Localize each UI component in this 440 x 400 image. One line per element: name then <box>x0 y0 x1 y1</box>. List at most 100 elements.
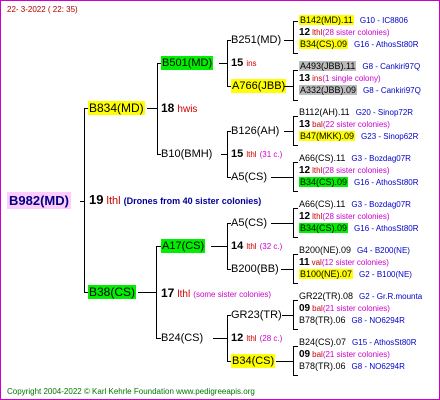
queen-line: val <box>311 258 322 267</box>
drone-note: (21 sister colonies) <box>322 304 390 313</box>
connector <box>293 70 294 101</box>
generation: 18 <box>161 101 175 115</box>
connector <box>293 116 298 117</box>
leaf-code: G2 - Gr.R.mounta <box>359 292 423 301</box>
leaf-queen: B47(MKK).09 <box>299 131 356 141</box>
queen-line: lthl <box>177 289 191 300</box>
timestamp: 22- 3-2022 ( 22: 35) <box>7 5 78 14</box>
grandparent-queen: B10(BMH) <box>161 148 213 160</box>
connector <box>84 108 85 293</box>
leaf-row-bottom: B34(CS).09 G16 - AthosSt80R <box>299 38 419 51</box>
drone-info: 12 lthl (28 c.) <box>231 331 282 346</box>
queen-line: ins <box>246 59 257 68</box>
generation: 11 <box>299 257 310 268</box>
connector <box>271 177 294 178</box>
connector <box>293 300 294 330</box>
connector <box>138 292 157 293</box>
generation: 14 <box>231 240 244 252</box>
generation: 09 <box>299 349 311 360</box>
connector <box>293 283 298 284</box>
connector <box>157 63 158 155</box>
connector <box>293 116 294 146</box>
leaf-code: G8 - Cankiri97Q <box>363 86 421 95</box>
connector <box>227 131 228 178</box>
queen-line: hwis <box>177 104 198 115</box>
leaf-row-bottom: B100(NE).07 G2 - B100(NE) <box>299 268 412 281</box>
connector <box>227 223 228 270</box>
leaf-row-bottom: B34(CS).09 G16 - AthosSt80R <box>299 222 419 235</box>
queen-line: bal <box>312 304 323 313</box>
leaf-row-bottom: B78(TR).06 G8 - NO6294R <box>299 360 405 373</box>
drone-note: (1 single colony) <box>322 74 381 83</box>
leaf-code: G16 - AthosSt80R <box>354 178 419 187</box>
root-drone-note: (Drones from 40 sister colonies) <box>123 196 262 206</box>
leaf-queen: B24(CS).07 <box>299 337 347 347</box>
connector <box>293 346 294 376</box>
drone-note: (31 c.) <box>259 150 283 159</box>
leaf-queen: A66(CS).11 <box>299 153 346 163</box>
connector <box>271 223 294 224</box>
generation: 12 <box>299 27 311 38</box>
leaf-queen: GR22(TR).08 <box>299 291 354 301</box>
leaf-code: G8 - Cankiri97Q <box>362 62 421 71</box>
generation: 17 <box>161 286 175 300</box>
queen-line: lthl <box>246 150 257 159</box>
leaf-queen: B112(AH).11 <box>299 107 350 117</box>
leaf-queen: B78(TR).06 <box>299 315 346 325</box>
leaf-queen: A66(CS).11 <box>299 199 346 209</box>
connector <box>276 361 294 362</box>
leaf-code: G16 - AthosSt80R <box>354 224 419 233</box>
root-drone-info: 19 lthl (Drones from 40 sister colonies) <box>89 193 261 208</box>
leaf-code: G10 - IC8806 <box>359 16 408 25</box>
leaf-queen: B100(NE).07 <box>299 269 354 279</box>
generation: 15 <box>231 148 244 160</box>
great-grandparent-queen: B251(MD) <box>231 34 282 46</box>
grandparent-queen: B24(CS) <box>161 332 204 344</box>
connector <box>293 300 298 301</box>
leaf-queen: B142(MD).11 <box>299 15 354 25</box>
great-grandparent-queen: B126(AH) <box>231 125 280 137</box>
leaf-code: G16 - AthosSt80R <box>354 40 419 49</box>
connector <box>293 162 294 192</box>
connector <box>211 246 228 247</box>
connector <box>227 40 228 87</box>
connector <box>293 145 298 146</box>
queen-line: lthl <box>246 334 257 343</box>
leaf-queen: B34(CS).09 <box>299 177 349 187</box>
leaf-code: G8 - NO6294R <box>351 362 405 371</box>
great-grandparent-queen: A5(CS) <box>231 171 268 183</box>
drone-note: (28 sister colonies) <box>322 28 390 37</box>
drone-note: (32 c.) <box>259 242 283 251</box>
connector <box>227 315 228 362</box>
leaf-row-bottom: B34(CS).09 G16 - AthosSt80R <box>299 176 419 189</box>
leaf-queen: B34(CS).09 <box>299 39 349 49</box>
root-queen-line: lthl <box>106 195 121 207</box>
queen-line: lthl <box>312 28 323 37</box>
connector <box>293 254 298 255</box>
connector <box>293 100 298 101</box>
drone-note: (some sister colonies) <box>193 290 272 299</box>
connector <box>293 237 298 238</box>
connector <box>293 70 298 71</box>
queen-line: lthl <box>246 242 257 251</box>
great-grandparent-queen: GR23(TR) <box>231 309 282 321</box>
queen-line: ins <box>312 74 323 83</box>
drone-info: 15 lthl (31 c.) <box>231 147 282 162</box>
drone-note: (21 sister colonies) <box>322 350 390 359</box>
drone-info: 15 ins <box>231 56 257 71</box>
connector <box>293 346 298 347</box>
queen-line: lthl <box>312 212 323 221</box>
generation: 12 <box>231 332 244 344</box>
queen-line: lthl <box>312 166 323 175</box>
connector <box>293 21 294 54</box>
leaf-queen: A332(JBB).09 <box>299 85 358 95</box>
leaf-code: G23 - Sinop62R <box>361 132 419 141</box>
grandparent-queen: B501(MD) <box>161 56 214 70</box>
drone-note: (12 sister colonies) <box>321 258 389 267</box>
root-queen: B982(MD) <box>7 192 71 209</box>
leaf-code: G2 - B100(NE) <box>359 270 412 279</box>
leaf-code: G8 - NO6294R <box>351 316 405 325</box>
sire-drone-info: 17 lthl (some sister colonies) <box>161 286 271 302</box>
generation: 12 <box>299 165 311 176</box>
leaf-queen: B34(CS).09 <box>299 223 349 233</box>
